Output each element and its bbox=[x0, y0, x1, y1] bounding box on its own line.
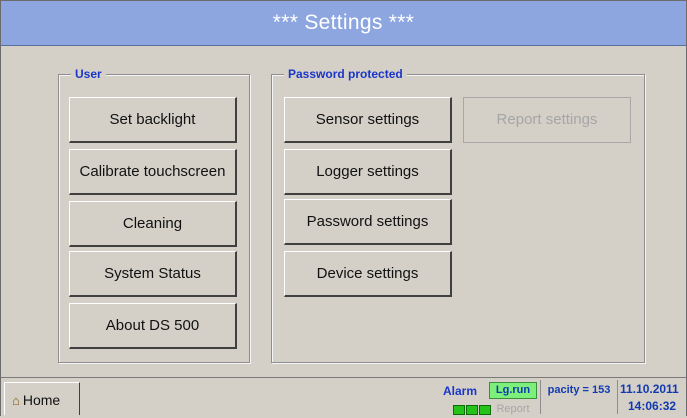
date-display: 11.10.2011 bbox=[620, 382, 679, 396]
system-status-button[interactable]: System Status bbox=[69, 251, 237, 297]
alarm-led-1 bbox=[453, 405, 465, 415]
home-icon: ⌂ bbox=[12, 393, 20, 408]
logger-status-badge: Lg.run bbox=[489, 382, 537, 399]
cleaning-button[interactable]: Cleaning bbox=[69, 201, 237, 247]
device-settings-button[interactable]: Device settings bbox=[284, 251, 452, 297]
calibrate-touchscreen-button[interactable]: Calibrate touchscreen bbox=[69, 149, 237, 195]
report-status: Report bbox=[496, 403, 530, 415]
page-title: *** Settings *** bbox=[1, 1, 686, 46]
password-settings-button[interactable]: Password settings bbox=[284, 199, 452, 245]
time-display: 14:06:32 bbox=[628, 399, 677, 413]
set-backlight-button[interactable]: Set backlight bbox=[69, 97, 237, 143]
alarm-led-2 bbox=[466, 405, 478, 415]
sensor-settings-button[interactable]: Sensor settings bbox=[284, 97, 452, 143]
home-button[interactable]: ⌂ Home bbox=[4, 382, 80, 415]
alarm-indicators bbox=[453, 405, 492, 415]
status-bar: ⌂ Home Alarm Lg.run Report pacity = 153 1… bbox=[1, 377, 686, 416]
alarm-label: Alarm bbox=[443, 384, 478, 398]
about-button[interactable]: About DS 500 bbox=[69, 303, 237, 349]
password-group-label: Password protected bbox=[284, 66, 407, 82]
home-label: Home bbox=[22, 392, 61, 408]
settings-window: *** Settings *** User Set backlight Cali… bbox=[0, 0, 687, 416]
logger-settings-button[interactable]: Logger settings bbox=[284, 149, 452, 195]
capacity-readout: pacity = 153 bbox=[547, 384, 611, 396]
user-group-label: User bbox=[71, 66, 106, 82]
divider bbox=[617, 380, 618, 414]
report-settings-button: Report settings bbox=[463, 97, 631, 143]
divider bbox=[540, 380, 541, 414]
